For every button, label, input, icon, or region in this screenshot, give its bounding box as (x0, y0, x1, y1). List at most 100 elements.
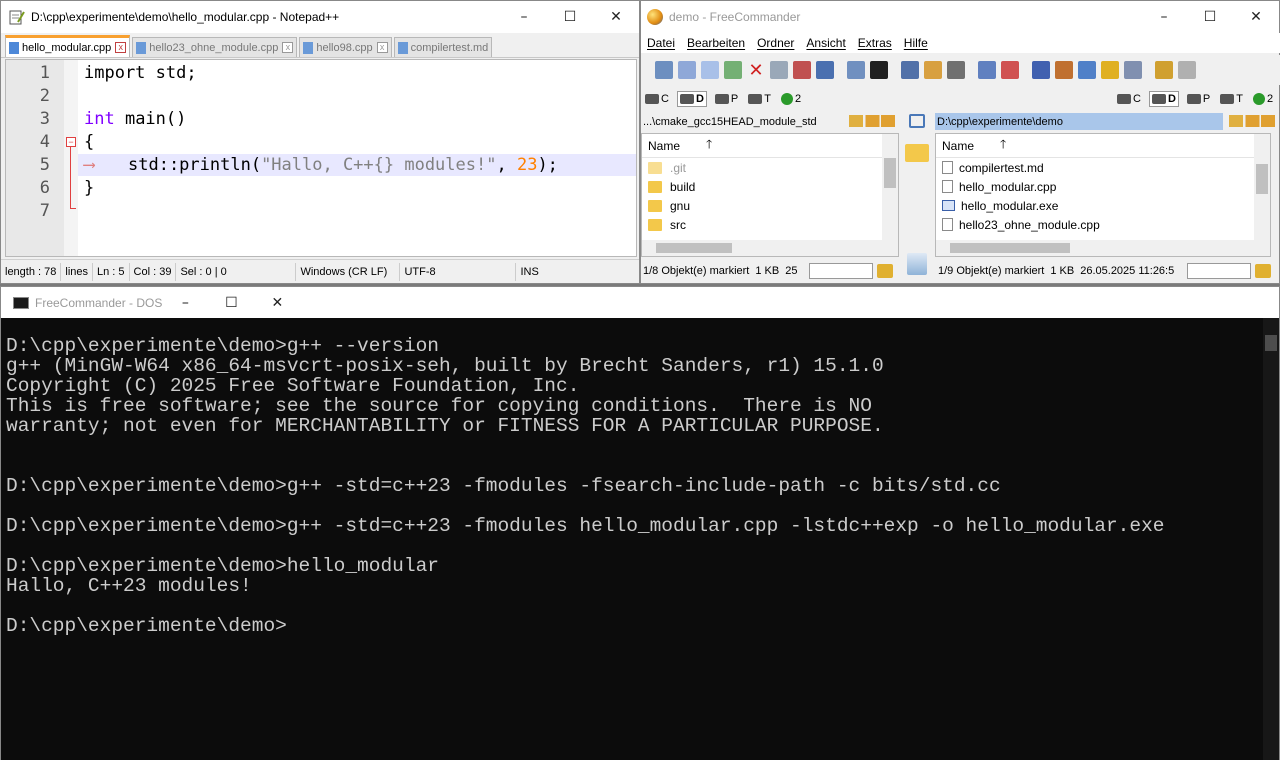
sync-icon[interactable] (1001, 61, 1019, 79)
file-icon (136, 41, 147, 54)
code-line-1: import std; (84, 63, 197, 83)
move-icon[interactable] (724, 61, 742, 79)
code-editor[interactable]: 1 2 3 4 5 6 7 − import std; int main() {… (5, 59, 637, 257)
swap-panels-icon[interactable] (909, 114, 925, 128)
vertical-scrollbar[interactable] (1263, 318, 1279, 760)
tools-icon[interactable] (1055, 61, 1073, 79)
list-item[interactable]: build (642, 177, 898, 196)
camera-icon[interactable] (947, 61, 965, 79)
vertical-scrollbar[interactable] (1254, 134, 1270, 256)
folder-button-icon[interactable] (905, 144, 929, 162)
right-filter-input[interactable] (1187, 263, 1251, 279)
minimize-button[interactable]: – (162, 287, 208, 319)
column-header-name[interactable]: Name 🡑 (642, 134, 898, 158)
freecommander-window: demo - FreeCommander – ☐ ✕ Datei Bearbei… (640, 0, 1280, 284)
left-filter-input[interactable] (809, 263, 873, 279)
tab-hello-modular[interactable]: hello_modular.cpp x (5, 35, 131, 57)
drive-d[interactable]: D (1148, 91, 1179, 107)
delete-icon[interactable]: ✕ (747, 61, 765, 79)
menu-ordner[interactable]: Ordner (751, 36, 800, 50)
code-token: main() (114, 109, 187, 129)
drive-p[interactable]: P (713, 92, 740, 106)
tab-hello98[interactable]: hello98.cpp x (299, 37, 392, 57)
maximize-button[interactable]: ☐ (547, 1, 593, 33)
network-icon[interactable] (1124, 61, 1142, 79)
console-line: warranty; not even for MERCHANTABILITY o… (6, 415, 884, 437)
up-folder-icon[interactable] (978, 61, 996, 79)
compare-icon[interactable] (1032, 61, 1050, 79)
properties-icon[interactable] (793, 61, 811, 79)
close-tab-icon[interactable]: x (282, 42, 294, 53)
drive-c[interactable]: C (643, 92, 671, 106)
close-button[interactable]: ✕ (254, 287, 300, 319)
status-eol[interactable]: Windows (CR LF) (296, 262, 401, 281)
list-item[interactable]: hello_modular.cpp (936, 177, 1270, 196)
close-tab-icon[interactable]: x (376, 42, 388, 53)
path-buttons-icon[interactable] (849, 115, 895, 127)
drive-icon (679, 94, 694, 104)
edit-icon[interactable] (678, 61, 696, 79)
list-item[interactable]: hello23_ohne_module.cpp (936, 215, 1270, 234)
filter-icon[interactable] (1255, 264, 1271, 278)
recycle-bin-icon[interactable] (907, 253, 927, 275)
column-header-name[interactable]: Name 🡑 (936, 134, 1270, 158)
drive-ftp[interactable]: 2 (779, 92, 803, 106)
left-status-size: 1 KB (755, 265, 780, 277)
copy-icon[interactable] (701, 61, 719, 79)
menu-extras[interactable]: Extras (852, 36, 898, 50)
right-path-bar[interactable]: D:\cpp\experimente\demo (935, 113, 1223, 130)
console-line: D:\cpp\experimente\demo> (6, 615, 287, 637)
fold-collapse-icon[interactable]: − (66, 137, 76, 147)
menu-datei[interactable]: Datei (641, 36, 681, 50)
maximize-button[interactable]: ☐ (208, 287, 254, 319)
close-button[interactable]: ✕ (1233, 1, 1279, 33)
list-item[interactable]: hello_modular.exe (936, 196, 1270, 215)
code-line-6: } (84, 178, 95, 198)
drive-d[interactable]: D (676, 91, 707, 107)
dos-prompt-icon[interactable] (870, 61, 888, 79)
cut-icon[interactable] (770, 61, 788, 79)
close-tab-icon[interactable]: x (115, 42, 127, 53)
filter-icon[interactable] (877, 264, 893, 278)
search-icon[interactable] (655, 61, 673, 79)
notes-icon[interactable] (1078, 61, 1096, 79)
view-icon[interactable] (901, 61, 919, 79)
list-item[interactable]: gnu (642, 196, 898, 215)
drive-c[interactable]: C (1115, 92, 1143, 106)
console-line: D:\cpp\experimente\demo>g++ --version (6, 335, 439, 357)
freecommander-icon (647, 9, 663, 25)
bookmark-icon[interactable] (1155, 61, 1173, 79)
close-button[interactable]: ✕ (593, 1, 639, 33)
list-item[interactable]: .git (642, 158, 898, 177)
console-line: D:\cpp\experimente\demo>hello_modular (6, 555, 439, 577)
horizontal-scrollbar[interactable] (936, 240, 1254, 256)
archive-icon[interactable] (1101, 61, 1119, 79)
console-output[interactable]: D:\cpp\experimente\demo>g++ --version g++… (1, 318, 1263, 760)
drive-p[interactable]: P (1185, 92, 1212, 106)
list-item[interactable]: compilertest.md (936, 158, 1270, 177)
settings-icon[interactable] (924, 61, 942, 79)
menu-ansicht[interactable]: Ansicht (800, 36, 851, 50)
menu-bearbeiten[interactable]: Bearbeiten (681, 36, 751, 50)
drive-ftp[interactable]: 2 (1251, 92, 1275, 106)
path-buttons-icon[interactable] (1229, 115, 1275, 127)
minimize-button[interactable]: – (1141, 1, 1187, 33)
left-path-bar[interactable]: ...\cmake_gcc15HEAD_module_std (641, 113, 851, 130)
menu-hilfe[interactable]: Hilfe (898, 36, 934, 50)
vertical-scrollbar[interactable] (882, 134, 898, 256)
tab-hello23[interactable]: hello23_ohne_module.cpp x (132, 37, 298, 57)
tab-compilertest[interactable]: compilertest.md (393, 37, 493, 57)
drive-t[interactable]: T (746, 92, 773, 106)
console-line: g++ (MinGW-W64 x86_64-msvcrt-posix-seh, … (6, 355, 884, 377)
line-number: 7 (39, 201, 50, 221)
minimize-button[interactable]: – (501, 1, 547, 33)
maximize-button[interactable]: ☐ (1187, 1, 1233, 33)
horizontal-scrollbar[interactable] (642, 240, 882, 256)
list-item[interactable]: src (642, 215, 898, 234)
folder-open-icon[interactable] (847, 61, 865, 79)
drive-t[interactable]: T (1218, 92, 1245, 106)
list-icon[interactable] (1178, 61, 1196, 79)
select-icon[interactable] (816, 61, 834, 79)
status-encoding[interactable]: UTF-8 (400, 262, 517, 281)
